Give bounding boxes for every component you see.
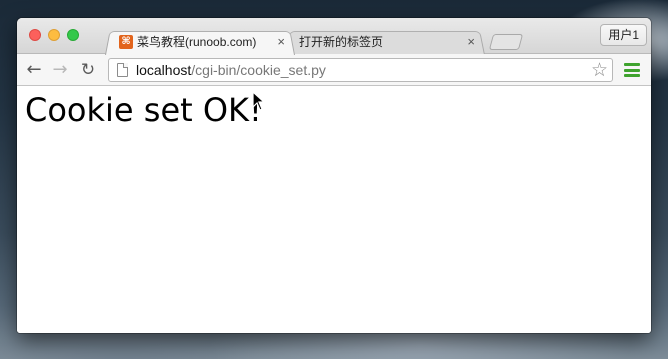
tab-new-tab[interactable]: 打开新的标签页 × [285,28,485,55]
user-profile-button[interactable]: 用户1 [600,24,647,46]
new-tab-button[interactable] [488,34,524,50]
tab-close-icon[interactable]: × [467,34,475,49]
tab-title: 打开新的标签页 [299,35,384,49]
url-path: /cgi-bin/cookie_set.py [191,62,326,78]
url-text[interactable]: localhost/cgi-bin/cookie_set.py [136,62,326,78]
bookmark-star-icon[interactable]: ☆ [591,59,608,81]
url-host: localhost [136,62,192,78]
minimize-window-button[interactable] [48,29,60,41]
page-message: Cookie set OK! [25,91,262,129]
browser-window: 打开新的标签页 × ⌘ 菜鸟教程(runoob.com) × 用户1 ← → ↻… [17,18,651,333]
title-bar: 打开新的标签页 × ⌘ 菜鸟教程(runoob.com) × 用户1 [17,18,651,55]
reload-icon[interactable]: ↻ [77,59,99,81]
address-bar[interactable]: localhost/cgi-bin/cookie_set.py ☆ [108,58,613,82]
back-arrow-icon[interactable]: ← [23,59,45,81]
forward-arrow-icon[interactable]: → [49,59,71,81]
page-content: Cookie set OK! [17,87,651,333]
tab-runoob[interactable]: ⌘ 菜鸟教程(runoob.com) × [105,28,295,55]
hamburger-menu-icon[interactable] [624,63,640,77]
browser-toolbar: ← → ↻ localhost/cgi-bin/cookie_set.py ☆ [17,54,651,86]
mouse-pointer-icon [252,91,266,111]
runoob-favicon-icon: ⌘ [119,34,133,49]
maximize-window-button[interactable] [67,29,79,41]
tab-title: 菜鸟教程(runoob.com) [137,35,257,49]
tab-close-icon[interactable]: × [277,34,285,49]
page-icon [117,63,128,77]
close-window-button[interactable] [29,29,41,41]
